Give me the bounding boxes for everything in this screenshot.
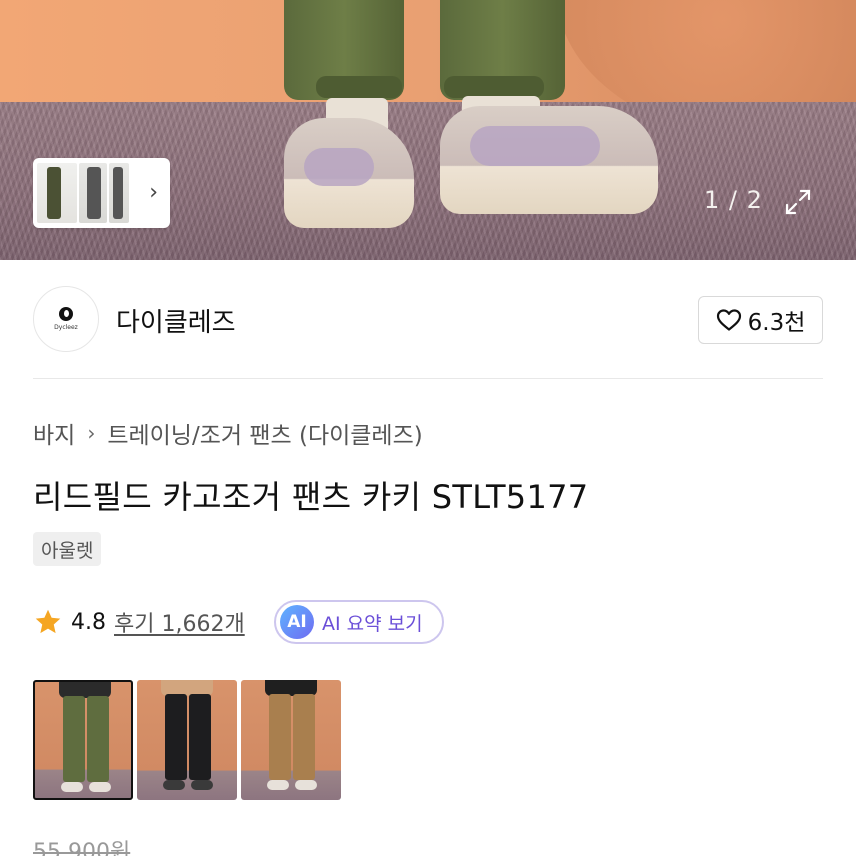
seller-name[interactable]: 다이클레즈 — [116, 302, 236, 339]
like-count: 6.3천 — [747, 310, 806, 336]
gallery-thumbnail-strip[interactable]: › — [33, 158, 170, 228]
ai-summary-label: AI 요약 보기 — [322, 612, 423, 635]
rating-score: 4.8 — [71, 609, 106, 635]
divider — [33, 378, 823, 379]
product-hero-image[interactable]: › 1 / 2 — [0, 0, 856, 260]
expand-icon[interactable] — [782, 186, 814, 218]
hero-shoe-right — [440, 106, 658, 214]
product-title: 리드필드 카고조거 팬츠 카키 STLT5177 — [33, 478, 589, 516]
color-swatch-black[interactable] — [137, 680, 237, 800]
rating-row: 4.8 후기 1,662개 — [33, 600, 245, 644]
breadcrumb-item-category[interactable]: 트레이닝/조거 팬츠 (다이클레즈) — [107, 416, 422, 450]
brand-mark-icon — [59, 307, 73, 321]
seller-logo[interactable]: Dycleez — [33, 286, 99, 352]
reviews-link[interactable]: 후기 1,662개 — [114, 606, 245, 638]
gallery-thumbnail[interactable] — [79, 163, 107, 223]
color-swatch-beige[interactable] — [241, 680, 341, 800]
gallery-thumbnail[interactable] — [37, 163, 77, 223]
outlet-badge: 아울렛 — [33, 532, 102, 566]
original-price: 55,900원 — [33, 840, 131, 856]
gallery-thumbnail[interactable] — [109, 163, 129, 223]
hero-shoe-left — [284, 118, 414, 228]
like-button[interactable]: 6.3천 — [698, 296, 823, 344]
breadcrumb: 바지 › 트레이닝/조거 팬츠 (다이클레즈) — [33, 416, 423, 450]
chevron-right-icon: › — [87, 421, 96, 445]
ai-icon: AI — [280, 605, 314, 639]
gallery-counter: 1 / 2 — [704, 186, 763, 214]
breadcrumb-item-pants[interactable]: 바지 — [33, 416, 75, 450]
color-swatch-khaki[interactable] — [33, 680, 133, 800]
ai-summary-button[interactable]: AI AI 요약 보기 — [274, 600, 444, 644]
heart-icon — [716, 309, 741, 331]
chevron-right-icon[interactable]: › — [149, 180, 158, 205]
star-icon — [35, 609, 61, 634]
